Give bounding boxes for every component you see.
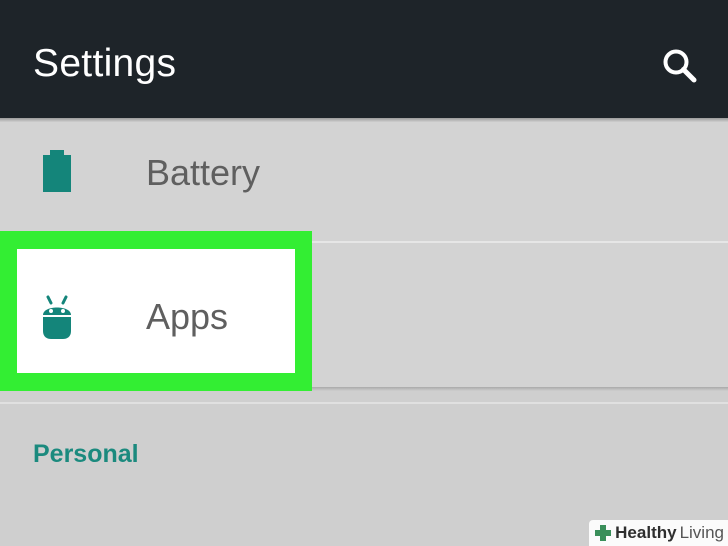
settings-item-label: Apps xyxy=(146,296,229,337)
settings-item-label: Battery xyxy=(146,152,261,193)
search-icon xyxy=(663,49,697,83)
page-title: Settings xyxy=(33,42,177,85)
plus-logo-icon xyxy=(595,525,612,541)
watermark: Healthy Living xyxy=(589,520,728,546)
section-header-personal: Personal xyxy=(33,440,139,468)
android-icon xyxy=(43,295,71,339)
battery-icon xyxy=(43,150,71,192)
app-bar: Settings xyxy=(0,0,728,122)
section-divider xyxy=(0,402,728,404)
settings-item-battery[interactable]: Battery xyxy=(0,122,728,241)
watermark-bold-text: Healthy xyxy=(615,523,677,542)
watermark-text: Living xyxy=(679,523,724,542)
search-button[interactable] xyxy=(654,40,706,92)
